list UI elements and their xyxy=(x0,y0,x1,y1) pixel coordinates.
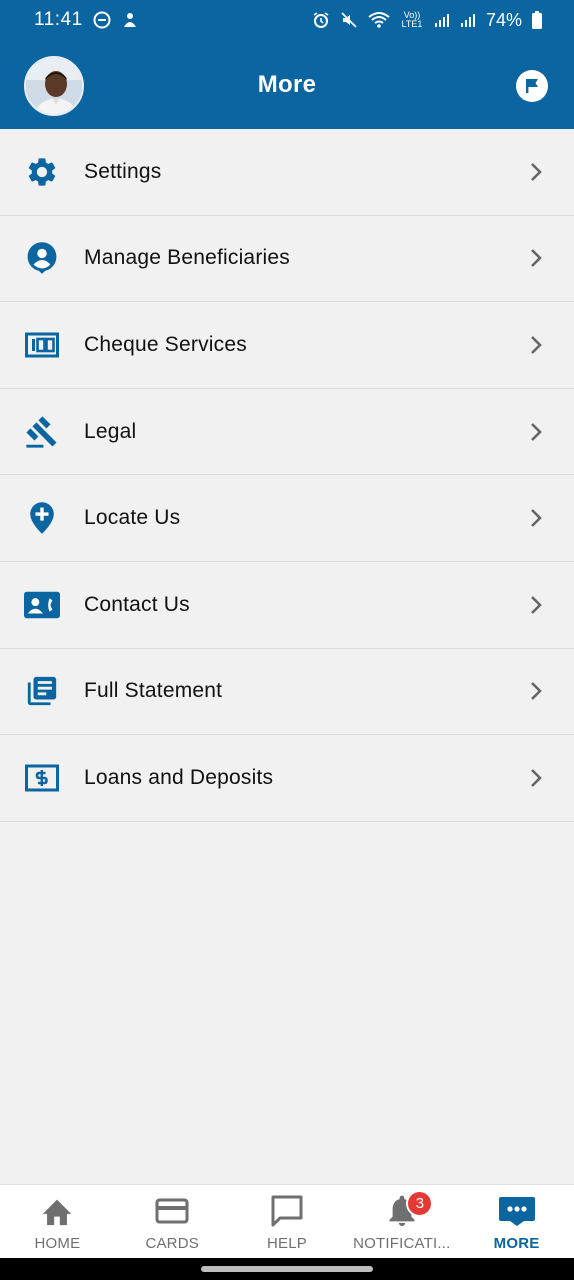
wifi-icon xyxy=(368,11,390,29)
person-pin-icon xyxy=(24,240,60,276)
nav-cards[interactable]: CARDS xyxy=(115,1185,230,1258)
menu-item-label: Full Statement xyxy=(84,679,223,703)
menu-item-label: Manage Beneficiaries xyxy=(84,246,290,270)
chevron-right-icon xyxy=(531,769,542,787)
status-right: Vo)) LTE1 74% xyxy=(312,10,542,31)
nav-help[interactable]: HELP xyxy=(230,1185,345,1258)
home-icon xyxy=(40,1193,74,1229)
more-menu: Settings Manage Beneficiaries Cheque Ser… xyxy=(0,129,574,822)
menu-item-label: Contact Us xyxy=(84,592,190,616)
nav-label: HELP xyxy=(266,1235,307,1252)
menu-item-label: Locate Us xyxy=(84,506,181,530)
flag-icon xyxy=(526,79,538,93)
lte-icon: Vo)) LTE1 xyxy=(400,11,424,29)
menu-item-settings[interactable]: Settings xyxy=(0,129,574,216)
gesture-handle[interactable] xyxy=(201,1266,373,1272)
cheque-icon xyxy=(24,327,60,363)
status-time: 11:41 xyxy=(34,9,83,30)
nav-more[interactable]: MORE xyxy=(459,1185,574,1258)
system-gesture-area xyxy=(0,1258,574,1280)
menu-item-loans-and-deposits[interactable]: Loans and Deposits xyxy=(0,735,574,822)
menu-item-legal[interactable]: Legal xyxy=(0,388,574,476)
do-not-disturb-icon xyxy=(93,11,111,29)
statement-icon xyxy=(24,673,60,709)
menu-item-manage-beneficiaries[interactable]: Manage Beneficiaries xyxy=(0,215,574,303)
notification-badge: 3 xyxy=(406,1190,434,1217)
chevron-right-icon xyxy=(531,162,542,181)
battery-percentage: 74% xyxy=(485,9,522,30)
status-left: 11:41 xyxy=(34,9,139,31)
nav-home[interactable]: HOME xyxy=(0,1185,115,1258)
nav-notifications[interactable]: 3 NOTIFICATI... xyxy=(344,1185,459,1258)
network-label: Vo)) LTE1 xyxy=(401,10,423,29)
chat-bubble-icon xyxy=(270,1193,304,1229)
app-notification-icon xyxy=(121,11,139,29)
nav-label: NOTIFICATI... xyxy=(353,1235,451,1252)
menu-item-locate-us[interactable]: Locate Us xyxy=(0,475,574,562)
signal-icon-1 xyxy=(434,12,450,28)
chevron-right-icon xyxy=(531,422,542,441)
menu-item-full-statement[interactable]: Full Statement xyxy=(0,648,574,736)
dollar-box-icon xyxy=(24,760,60,796)
status-bar: 11:41 Vo)) LTE1 74% xyxy=(0,0,574,40)
menu-item-label: Settings xyxy=(84,159,162,183)
chevron-right-icon xyxy=(531,509,542,528)
signal-icon-2 xyxy=(460,12,476,28)
alarm-icon xyxy=(312,11,330,29)
chevron-right-icon xyxy=(531,249,542,268)
card-icon xyxy=(155,1193,189,1229)
nav-label: MORE xyxy=(493,1235,540,1252)
menu-item-label: Cheque Services xyxy=(84,332,247,356)
chevron-right-icon xyxy=(531,682,542,701)
flag-button[interactable] xyxy=(516,70,548,102)
battery-icon xyxy=(532,11,542,29)
mute-icon xyxy=(340,11,358,29)
menu-item-cheque-services[interactable]: Cheque Services xyxy=(0,302,574,389)
bottom-navigation: HOME CARDS HELP 3 NOTIFICATI... MORE xyxy=(0,1184,574,1258)
chevron-right-icon xyxy=(531,336,542,354)
menu-item-label: Legal xyxy=(84,419,137,443)
menu-item-contact-us[interactable]: Contact Us xyxy=(0,561,574,649)
page-title: More xyxy=(257,70,317,98)
avatar-image xyxy=(26,58,82,114)
menu-item-label: Loans and Deposits xyxy=(84,765,274,789)
avatar[interactable] xyxy=(24,56,84,116)
app-header: More xyxy=(0,40,574,129)
more-icon xyxy=(497,1193,537,1229)
contact-phone-icon xyxy=(24,587,60,623)
gavel-icon xyxy=(24,414,60,450)
gear-icon xyxy=(24,154,60,190)
add-location-icon xyxy=(24,500,60,536)
chevron-right-icon xyxy=(531,595,542,614)
nav-label: CARDS xyxy=(145,1235,199,1252)
nav-label: HOME xyxy=(34,1235,81,1252)
